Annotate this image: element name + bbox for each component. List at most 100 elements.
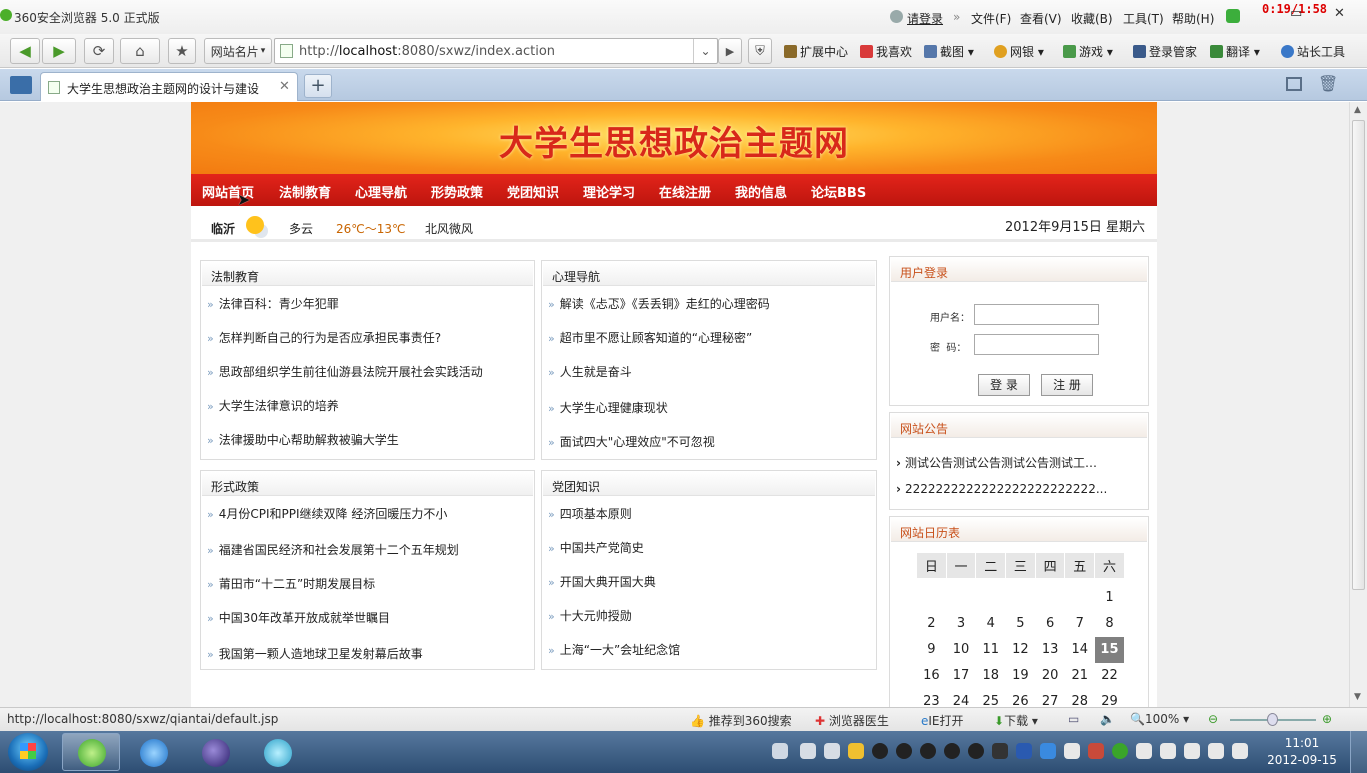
tool-like[interactable]: 我喜欢 [860,43,912,60]
list-item[interactable]: 我国第一颗人造地球卫星发射幕后故事 [207,645,423,662]
scrollbar-thumb[interactable] [1352,120,1365,590]
list-item[interactable]: 怎样判断自己的行为是否应承担民事责任? [207,329,441,346]
nav-bbs[interactable]: 论坛BBS [811,182,866,201]
sidebar-toggle-icon[interactable] [10,76,32,94]
tray-icon[interactable] [1112,743,1128,759]
nav-register[interactable]: 在线注册 [659,182,711,201]
list-item[interactable]: 中国30年改革开放成就举世瞩目 [207,609,390,626]
list-item[interactable]: 莆田市“十二五”时期发展目标 [207,575,375,592]
calendar-day[interactable]: 3 [946,611,976,637]
calendar-day[interactable]: 27 [1035,689,1065,707]
tray-icon[interactable] [1088,743,1104,759]
nav-psych[interactable]: 心理导航 [355,182,407,201]
notice-item[interactable]: 测试公告测试公告测试公告测试工… [896,454,1116,471]
tool-webmaster[interactable]: 站长工具 [1281,43,1345,60]
taskbar-eclipse[interactable] [186,733,244,771]
list-item[interactable]: 解读《忐忑》《丢丢铜》走红的心理密码 [548,295,770,312]
new-tab-button[interactable]: + [304,74,332,98]
list-item[interactable]: 四项基本原则 [548,505,632,522]
nav-party[interactable]: 党团知识 [507,182,559,201]
calendar-day[interactable]: 5 [1006,611,1036,637]
nav-my-info[interactable]: 我的信息 [735,182,787,201]
list-item[interactable]: 十大元帅授勋 [548,607,632,624]
calendar-day[interactable]: 18 [976,663,1006,689]
window-icon[interactable]: ▭ [1068,712,1079,726]
calendar-day[interactable]: 14 [1065,637,1095,663]
zoom-control[interactable]: 🔍100% ▾ [1130,712,1189,726]
menu-help[interactable]: 帮助(H) [1172,10,1214,27]
scroll-down-icon[interactable]: ▼ [1354,692,1361,702]
calendar-day[interactable]: 20 [1035,663,1065,689]
menu-favorites[interactable]: 收藏(B) [1071,10,1113,27]
scroll-up-icon[interactable]: ▲ [1354,105,1361,115]
system-clock[interactable]: 11:01 2012-09-15 [1262,735,1342,769]
calendar-day-today[interactable]: 15 [1094,636,1125,663]
list-item[interactable]: 超市里不愿让顾客知道的“心理秘密” [548,329,752,346]
calendar-day[interactable]: 6 [1035,611,1065,637]
calendar-day[interactable]: 7 [1065,611,1095,637]
list-item[interactable]: 法律援助中心帮助解救被骗大学生 [207,431,399,448]
tab-active[interactable]: 大学生思想政治主题网的设计与建设 ✕ [40,72,298,101]
start-button[interactable] [8,733,48,771]
calendar-day[interactable]: 19 [1006,663,1036,689]
tray-icon[interactable] [800,743,816,759]
login-button[interactable]: 登 录 [978,374,1030,396]
trash-icon[interactable]: 🗑 [1318,74,1338,93]
calendar-day[interactable]: 10 [946,637,976,663]
taskbar-360-browser[interactable] [62,733,120,771]
list-item[interactable]: 大学生心理健康现状 [548,399,668,416]
list-item[interactable]: 开国大典开国大典 [548,573,656,590]
speaker-icon[interactable]: 🔈 [1100,712,1115,726]
tab-close-icon[interactable]: ✕ [279,79,290,94]
calendar-day[interactable]: 23 [917,689,947,707]
tool-login-manager[interactable]: 登录管家 [1133,43,1197,60]
tool-extensions[interactable]: 扩展中心 [784,43,848,60]
list-item[interactable]: 上海“一大”会址纪念馆 [548,641,680,658]
calendar-day[interactable]: 12 [1006,637,1036,663]
list-item[interactable]: 人生就是奋斗 [548,363,632,380]
calendar-day[interactable]: 1 [1095,585,1125,611]
show-desktop-button[interactable] [1350,731,1367,773]
menu-view[interactable]: 查看(V) [1020,10,1062,27]
network-icon[interactable] [1208,743,1224,759]
vertical-scrollbar[interactable]: ▲ ▼ [1349,102,1367,707]
home-button[interactable]: ⌂ [120,38,160,64]
address-bar[interactable]: http://localhost:8080/sxwz/index.action … [274,38,718,64]
tray-icon[interactable] [1184,743,1200,759]
tool-games[interactable]: 游戏 ▾ [1063,43,1113,60]
tab-overview-icon[interactable] [1286,77,1302,91]
list-item[interactable]: 思政部组织学生前往仙游县法院开展社会实践活动 [207,363,483,380]
calendar-day[interactable]: 17 [946,663,976,689]
menu-tools[interactable]: 工具(T) [1123,10,1164,27]
tray-icon[interactable] [848,743,864,759]
list-item[interactable]: 大学生法律意识的培养 [207,397,339,414]
list-item[interactable]: 福建省国民经济和社会发展第十二个五年规划 [207,541,459,558]
qq-icon[interactable] [944,743,960,759]
qq-icon[interactable] [968,743,984,759]
tray-icon[interactable] [1136,743,1152,759]
tray-icon[interactable] [1064,743,1080,759]
site-cards-button[interactable]: 网站名片 ▾ [204,38,272,64]
calendar-day[interactable]: 29 [1095,689,1125,707]
status-download[interactable]: ⬇下载 ▾ [994,712,1038,729]
status-recommend[interactable]: 👍 推荐到360搜索 [690,712,792,729]
qq-icon[interactable] [896,743,912,759]
calendar-day[interactable]: 21 [1065,663,1095,689]
taskbar-ie[interactable] [124,733,182,771]
address-url[interactable]: http://localhost:8080/sxwz/index.action [299,44,555,59]
calendar-day[interactable]: 13 [1035,637,1065,663]
calendar-day[interactable]: 4 [976,611,1006,637]
menu-file[interactable]: 文件(F) [971,10,1011,27]
list-item[interactable]: 中国共产党简史 [548,539,644,556]
qq-icon[interactable] [920,743,936,759]
status-doctor[interactable]: ✚ 浏览器医生 [815,712,889,729]
zoom-out-icon[interactable]: ⊖ [1208,712,1218,726]
tool-screenshot[interactable]: 截图 ▾ [924,43,974,60]
calendar-day[interactable]: 11 [976,637,1006,663]
zoom-in-icon[interactable]: ⊕ [1322,712,1332,726]
tool-banking[interactable]: 网银 ▾ [994,43,1044,60]
username-input[interactable] [974,304,1099,325]
go-button[interactable]: ▶ [718,38,742,64]
keyboard-icon[interactable] [772,743,788,759]
tool-translate[interactable]: 翻译 ▾ [1210,43,1260,60]
